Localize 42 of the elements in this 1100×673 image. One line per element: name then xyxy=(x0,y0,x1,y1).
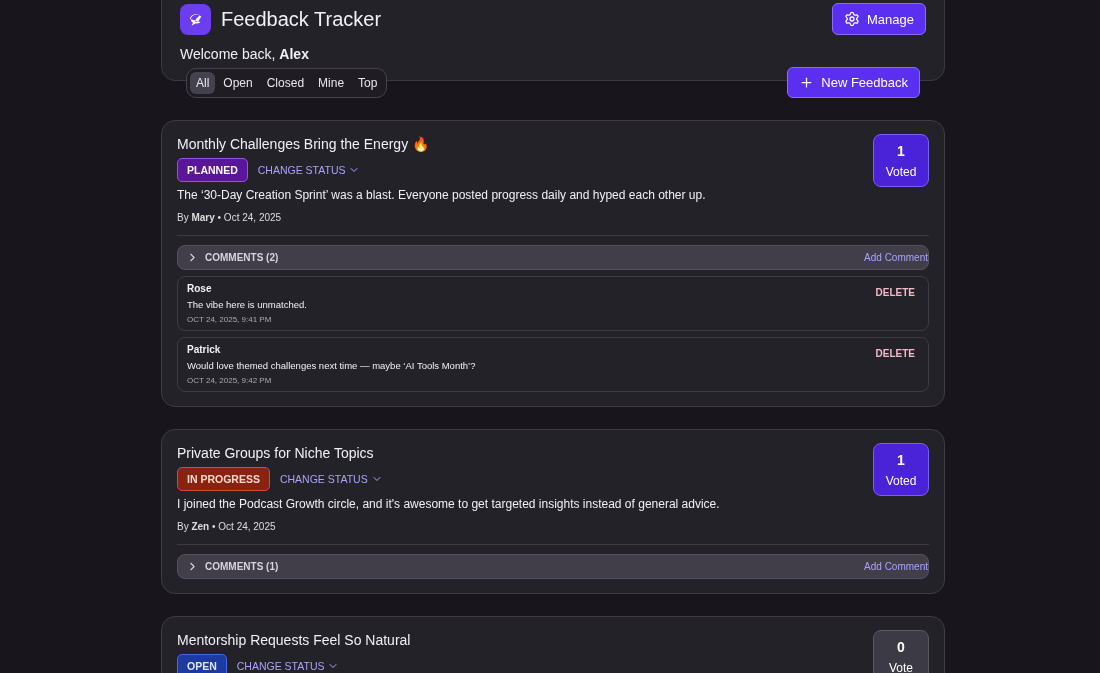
comment-author: Patrick xyxy=(187,344,222,355)
status-badge: PLANNED xyxy=(177,158,248,182)
comment-author: Rose xyxy=(187,283,213,294)
welcome-text: Welcome back, Alex xyxy=(180,46,310,62)
plus-icon xyxy=(799,75,815,90)
add-comment-link[interactable]: Add Comment xyxy=(864,561,928,572)
status-badge: OPEN xyxy=(177,654,227,673)
feedback-body: The ‘30-Day Creation Sprint’ was a blast. Everyone posted progress daily and hyped each other up. xyxy=(177,188,706,202)
comment-text: The vibe here is unmatched. xyxy=(187,299,307,310)
new-feedback-button[interactable]: New Feedback xyxy=(787,67,920,98)
filter-tab[interactable]: Top xyxy=(352,71,384,94)
add-comment-link[interactable]: Add Comment xyxy=(864,252,928,263)
app-title: Feedback Tracker xyxy=(221,7,383,31)
comments-bar[interactable]: COMMENTS (2) Add Comment xyxy=(177,245,929,270)
comment-time: OCT 24, 2025, 9:42 PM xyxy=(187,376,273,385)
filter-tab[interactable]: All xyxy=(190,71,216,94)
delete-button[interactable]: DELETE xyxy=(871,283,919,302)
vote-button[interactable]: 0 Vote xyxy=(873,630,929,673)
comments-bar[interactable]: COMMENTS (1) Add Comment xyxy=(177,554,929,579)
feedback-meta: By Mary • Oct 24, 2025 xyxy=(177,212,283,223)
comment-time: OCT 24, 2025, 9:41 PM xyxy=(187,315,273,324)
filter-tab[interactable]: Closed xyxy=(260,71,311,94)
comment-text: Would love themed challenges next time — maybe ‘AI Tools Month’? xyxy=(187,360,476,371)
vote-button[interactable]: 1 Voted xyxy=(873,443,929,496)
gear-icon xyxy=(844,11,860,27)
feedback-title: Monthly Challenges Bring the Energy 🔥 xyxy=(177,136,431,152)
vote-button[interactable]: 1 Voted xyxy=(873,134,929,187)
feedback-body: I joined the Podcast Growth circle, and it's awesome to get targeted insights instead of general advice. xyxy=(177,497,720,511)
delete-button[interactable]: DELETE xyxy=(871,344,919,363)
comments-label: COMMENTS (2) xyxy=(205,252,279,263)
manage-button[interactable]: Manage xyxy=(832,3,926,35)
change-status-link[interactable]: CHANGE STATUS xyxy=(279,473,383,485)
feedback-title: Private Groups for Niche Topics xyxy=(177,445,375,461)
logo-icon xyxy=(180,3,211,35)
filter-tab[interactable]: Mine xyxy=(312,71,351,94)
feedback-title: Mentorship Requests Feel So Natural xyxy=(177,632,411,648)
feedback-meta: By Zen • Oct 24, 2025 xyxy=(177,521,277,532)
status-badge: IN PROGRESS xyxy=(177,467,270,491)
change-status-link[interactable]: CHANGE STATUS xyxy=(236,660,340,672)
comments-label: COMMENTS (1) xyxy=(205,561,279,572)
change-status-link[interactable]: CHANGE STATUS xyxy=(257,164,361,176)
filter-tab[interactable]: Open xyxy=(217,71,259,94)
